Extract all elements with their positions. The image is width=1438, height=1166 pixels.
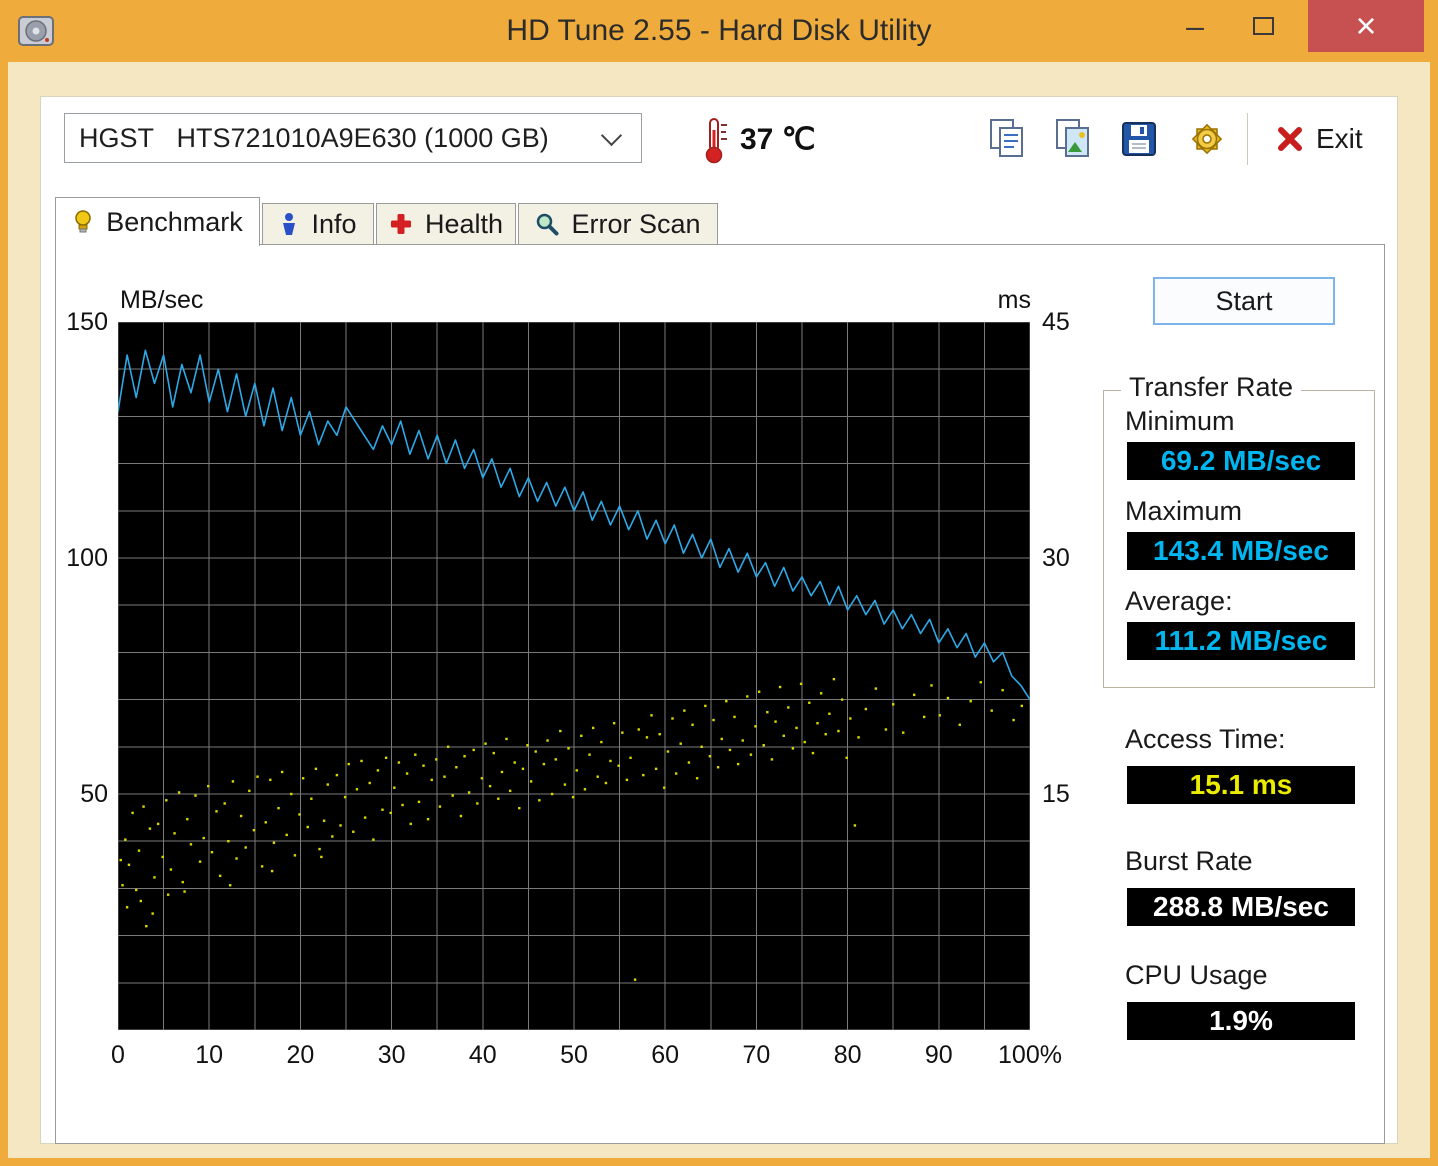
maximize-button[interactable] xyxy=(1238,0,1288,52)
info-icon xyxy=(283,213,296,235)
axis-tick: 100 xyxy=(66,544,108,572)
health-icon xyxy=(390,214,411,234)
options-icon xyxy=(1191,123,1223,155)
copy-screenshot-icon xyxy=(1056,119,1089,157)
maximum-value: 143.4 MB/sec xyxy=(1127,532,1355,570)
app-window: HD Tune 2.55 - Hard Disk Utility – × HGS… xyxy=(0,0,1438,1166)
exit-button[interactable]: Exit xyxy=(1276,112,1363,166)
burst-rate-label: Burst Rate xyxy=(1125,846,1253,876)
benchmark-plot xyxy=(118,322,1030,1030)
tab-error-scan-label: Error Scan xyxy=(571,208,701,239)
benchmark-icon xyxy=(75,210,91,233)
transfer-rate-group-title: Transfer Rate xyxy=(1121,372,1302,403)
temperature-value: 37 ℃ xyxy=(740,123,816,156)
tab-info-label: Info xyxy=(311,208,357,239)
titlebar[interactable]: HD Tune 2.55 - Hard Disk Utility xyxy=(0,0,1438,62)
burst-rate-value: 288.8 MB/sec xyxy=(1127,888,1355,926)
save-icon xyxy=(1122,122,1156,156)
left-axis-unit: MB/sec xyxy=(120,286,204,314)
right-axis-unit: ms xyxy=(997,286,1031,314)
axis-tick: 100% xyxy=(998,1041,1062,1069)
maximize-icon xyxy=(1252,17,1274,35)
drive-selector-value: HGST HTS721010A9E630 (1000 GB) xyxy=(79,122,549,153)
axis-tick: 90 xyxy=(924,1041,953,1069)
exit-label: Exit xyxy=(1316,123,1363,154)
save-screenshot-button[interactable] xyxy=(1112,112,1166,166)
tab-health[interactable]: Health xyxy=(376,203,516,244)
tab-benchmark-label: Benchmark xyxy=(106,206,243,237)
window-frame-right xyxy=(1430,0,1438,1166)
minimize-icon: – xyxy=(1186,7,1204,44)
cpu-usage-label: CPU Usage xyxy=(1125,960,1268,990)
app-icon xyxy=(18,16,54,46)
axis-tick: 70 xyxy=(742,1041,771,1069)
drive-selector[interactable]: HGST HTS721010A9E630 (1000 GB) xyxy=(64,113,642,163)
axis-tick: 150 xyxy=(66,308,108,336)
axis-tick: 15 xyxy=(1042,780,1070,808)
copy-text-button[interactable] xyxy=(980,112,1034,166)
minimum-label: Minimum xyxy=(1125,406,1235,436)
thermometer-icon xyxy=(705,118,727,164)
minimum-value: 69.2 MB/sec xyxy=(1127,442,1355,480)
close-icon: × xyxy=(1355,5,1377,46)
toolbar-separator xyxy=(1247,113,1248,165)
axis-tick: 20 xyxy=(286,1041,315,1069)
cpu-usage-value: 1.9% xyxy=(1127,1002,1355,1040)
axis-tick: 80 xyxy=(833,1041,862,1069)
maximum-label: Maximum xyxy=(1125,496,1243,526)
minimize-button[interactable]: – xyxy=(1170,0,1220,52)
chevron-down-icon xyxy=(600,124,623,146)
copy-screenshot-button[interactable] xyxy=(1046,112,1100,166)
axis-tick: 60 xyxy=(651,1041,680,1069)
axis-tick: 50 xyxy=(560,1041,588,1069)
window-frame-left xyxy=(0,0,8,1166)
axis-tick: 10 xyxy=(195,1041,224,1069)
close-button[interactable]: × xyxy=(1308,0,1424,52)
axis-tick: 30 xyxy=(377,1041,406,1069)
options-button[interactable] xyxy=(1180,112,1234,166)
start-button-label: Start xyxy=(1215,285,1273,316)
access-time-label: Access Time: xyxy=(1125,724,1286,754)
tab-benchmark[interactable]: Benchmark xyxy=(55,197,260,246)
window-title: HD Tune 2.55 - Hard Disk Utility xyxy=(506,14,932,47)
tab-info[interactable]: Info xyxy=(262,203,374,244)
average-label: Average: xyxy=(1125,586,1233,616)
tab-health-label: Health xyxy=(424,208,504,239)
error-scan-icon xyxy=(537,213,559,236)
copy-icon xyxy=(990,119,1023,157)
average-value: 111.2 MB/sec xyxy=(1127,622,1355,660)
axis-tick: 0 xyxy=(111,1041,125,1069)
exit-icon xyxy=(1278,127,1302,151)
axis-tick: 40 xyxy=(468,1041,497,1069)
window-frame-bottom xyxy=(0,1158,1438,1166)
axis-tick: 45 xyxy=(1042,308,1070,336)
axis-tick: 30 xyxy=(1042,544,1070,572)
axis-tick: 50 xyxy=(80,780,108,808)
tab-error-scan[interactable]: Error Scan xyxy=(518,203,718,244)
start-button[interactable]: Start xyxy=(1153,277,1335,325)
access-time-value: 15.1 ms xyxy=(1127,766,1355,804)
